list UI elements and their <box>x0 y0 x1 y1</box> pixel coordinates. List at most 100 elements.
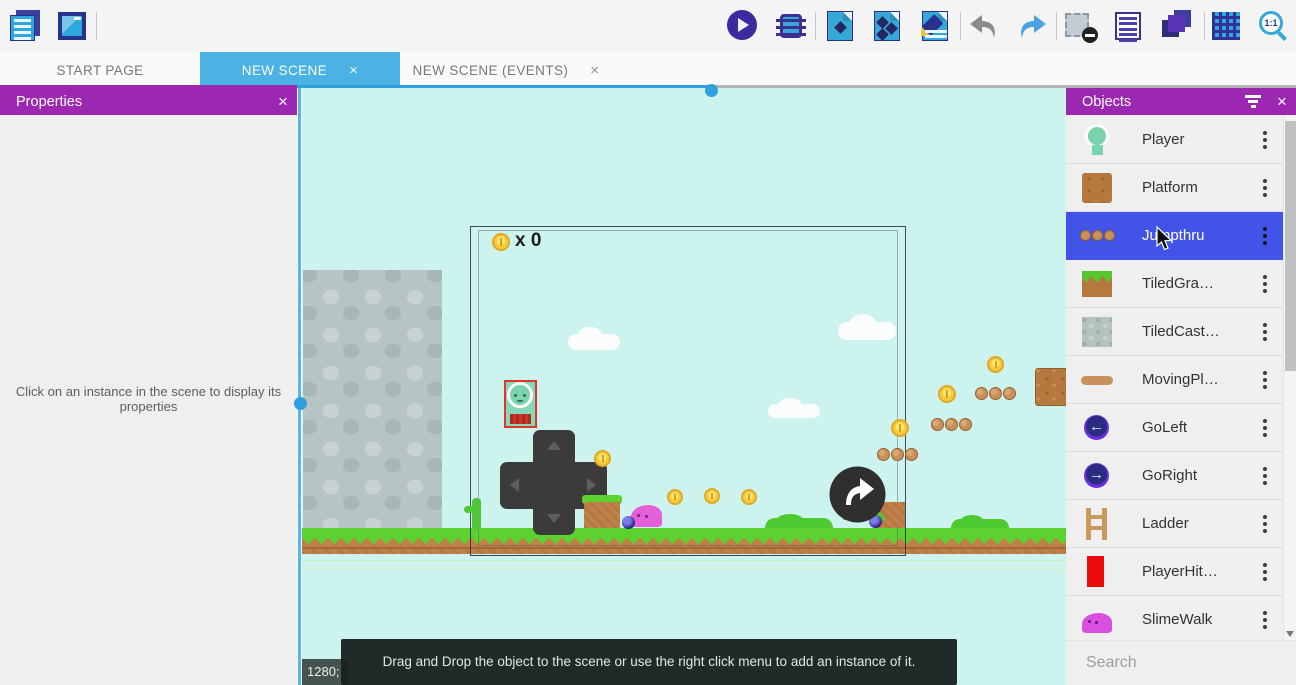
toolbar-divider <box>96 12 97 40</box>
close-icon[interactable]: × <box>349 62 358 79</box>
guide-line <box>302 568 1066 569</box>
toolbar-divider <box>815 12 816 40</box>
cactus-instance[interactable] <box>464 498 486 530</box>
close-icon[interactable]: × <box>269 92 297 112</box>
close-icon[interactable]: × <box>590 62 599 79</box>
splitter-handle-dot-left[interactable] <box>294 397 307 410</box>
moving-platform-object-icon <box>1080 363 1114 397</box>
row-menu-icon[interactable] <box>1247 522 1283 526</box>
coin-instance[interactable] <box>704 488 720 504</box>
jumpthru-instance[interactable] <box>931 418 972 431</box>
object-row-jumpthru[interactable]: Jumpthru <box>1066 212 1283 260</box>
object-row-player[interactable]: Player <box>1066 116 1283 164</box>
add-object-icon[interactable] <box>825 10 857 42</box>
bush-instance[interactable] <box>951 519 1009 528</box>
hud-coin-counter: x 0 <box>515 230 541 252</box>
object-row-goright[interactable]: → GoRight <box>1066 452 1283 500</box>
tab-start-page[interactable]: START PAGE <box>0 52 200 88</box>
dpad-up-arrow-icon <box>547 441 561 450</box>
go-left-object-icon: ← <box>1080 411 1114 445</box>
platform-block-instance[interactable] <box>584 502 620 528</box>
objects-panel: Objects × Player Platform Jumpthru <box>1066 88 1296 685</box>
player-helmet <box>507 382 533 408</box>
row-menu-icon[interactable] <box>1247 138 1283 142</box>
row-menu-icon[interactable] <box>1247 426 1283 430</box>
object-row-tiledgrass[interactable]: TiledGra… <box>1066 260 1283 308</box>
coin-instance[interactable] <box>891 419 909 437</box>
dpad-right-arrow-icon <box>587 478 596 492</box>
object-row-platform[interactable]: Platform <box>1066 164 1283 212</box>
player-object-icon <box>1080 123 1114 157</box>
guide-line <box>302 560 1066 561</box>
scene-canvas[interactable]: x 0 <box>302 88 1066 685</box>
slime-instance[interactable] <box>631 505 662 527</box>
jump-button-instance[interactable] <box>829 466 886 523</box>
row-menu-icon[interactable] <box>1247 282 1283 286</box>
gdevelop-editor-window: 1:1 START PAGE NEW SCENE × NEW SCENE (EV… <box>0 0 1296 685</box>
layers-icon[interactable] <box>1160 10 1192 42</box>
player-hitbox-object-icon <box>1080 555 1114 589</box>
object-row-movingplatform[interactable]: MovingPl… <box>1066 356 1283 404</box>
coin-instance[interactable] <box>667 489 683 505</box>
properties-panel-title: Properties <box>0 94 269 110</box>
object-row-ladder[interactable]: Ladder <box>1066 500 1283 548</box>
ladder-object-icon <box>1080 507 1114 541</box>
object-row-slimewalk[interactable]: SlimeWalk <box>1066 596 1283 640</box>
redo-icon[interactable] <box>1016 10 1048 42</box>
tiled-grass-object-icon <box>1080 267 1114 301</box>
undo-icon[interactable] <box>968 10 1000 42</box>
objects-scrollbar[interactable] <box>1283 116 1296 640</box>
dpad-left-arrow-icon <box>510 478 519 492</box>
object-row-goleft[interactable]: ← GoLeft <box>1066 404 1283 452</box>
debug-icon[interactable] <box>776 10 808 42</box>
row-menu-icon[interactable] <box>1247 378 1283 382</box>
toolbar-divider <box>960 12 961 40</box>
coin-instance[interactable] <box>987 356 1004 373</box>
add-multiple-objects-icon[interactable] <box>872 10 904 42</box>
jumpthru-instance[interactable] <box>975 387 1016 400</box>
platform-instance[interactable] <box>1035 368 1066 406</box>
coin-instance[interactable] <box>594 450 611 467</box>
edit-scene-properties-icon[interactable] <box>920 10 952 42</box>
search-input[interactable] <box>1066 654 1293 672</box>
row-menu-icon[interactable] <box>1247 570 1283 574</box>
jumpthru-instance[interactable] <box>877 448 918 461</box>
project-manager-icon[interactable] <box>10 10 42 42</box>
splitter-handle-dot-top[interactable] <box>705 84 718 97</box>
hud-coin-icon[interactable] <box>492 233 510 251</box>
objects-panel-title: Objects <box>1066 94 1238 110</box>
slime-object-icon <box>1080 603 1114 637</box>
mouse-cursor <box>1155 226 1174 253</box>
player-instance-selected[interactable] <box>504 380 537 428</box>
close-icon[interactable]: × <box>1268 92 1296 112</box>
row-menu-icon[interactable] <box>1247 330 1283 334</box>
spike-ball-instance[interactable] <box>622 516 635 529</box>
objects-list: Player Platform Jumpthru TiledGra… Tiled <box>1066 116 1296 640</box>
play-icon[interactable] <box>727 10 759 42</box>
row-menu-icon[interactable] <box>1247 618 1283 622</box>
objects-panel-header: Objects × <box>1066 88 1296 115</box>
row-menu-icon[interactable] <box>1247 234 1283 238</box>
tab-bar: START PAGE NEW SCENE × NEW SCENE (EVENTS… <box>0 52 1296 88</box>
bush-instance[interactable] <box>765 518 833 528</box>
row-menu-icon[interactable] <box>1247 186 1283 190</box>
grid-icon[interactable] <box>1211 10 1243 42</box>
zoom-1-1-icon[interactable]: 1:1 <box>1258 10 1290 42</box>
delete-instances-icon[interactable] <box>1064 10 1096 42</box>
filter-icon[interactable] <box>1238 88 1268 115</box>
tab-new-scene-events[interactable]: NEW SCENE (EVENTS) × <box>400 52 612 88</box>
start-page-icon[interactable] <box>58 10 90 42</box>
tab-label: START PAGE <box>56 63 143 78</box>
coin-instance[interactable] <box>938 385 956 403</box>
row-menu-icon[interactable] <box>1247 474 1283 478</box>
object-row-playerhitbox[interactable]: PlayerHit… <box>1066 548 1283 596</box>
tiled-castle-object-icon <box>1080 315 1114 349</box>
scrollbar-thumb[interactable] <box>1285 121 1296 371</box>
instances-list-icon[interactable] <box>1113 10 1145 42</box>
coin-instance[interactable] <box>741 489 757 505</box>
object-row-tiledcastle[interactable]: TiledCast… <box>1066 308 1283 356</box>
tiled-castle-instance[interactable] <box>303 270 442 530</box>
dpad-down-arrow-icon <box>547 514 561 523</box>
scrollbar-down-arrow-icon[interactable] <box>1286 631 1294 637</box>
tab-new-scene[interactable]: NEW SCENE × <box>200 52 400 88</box>
